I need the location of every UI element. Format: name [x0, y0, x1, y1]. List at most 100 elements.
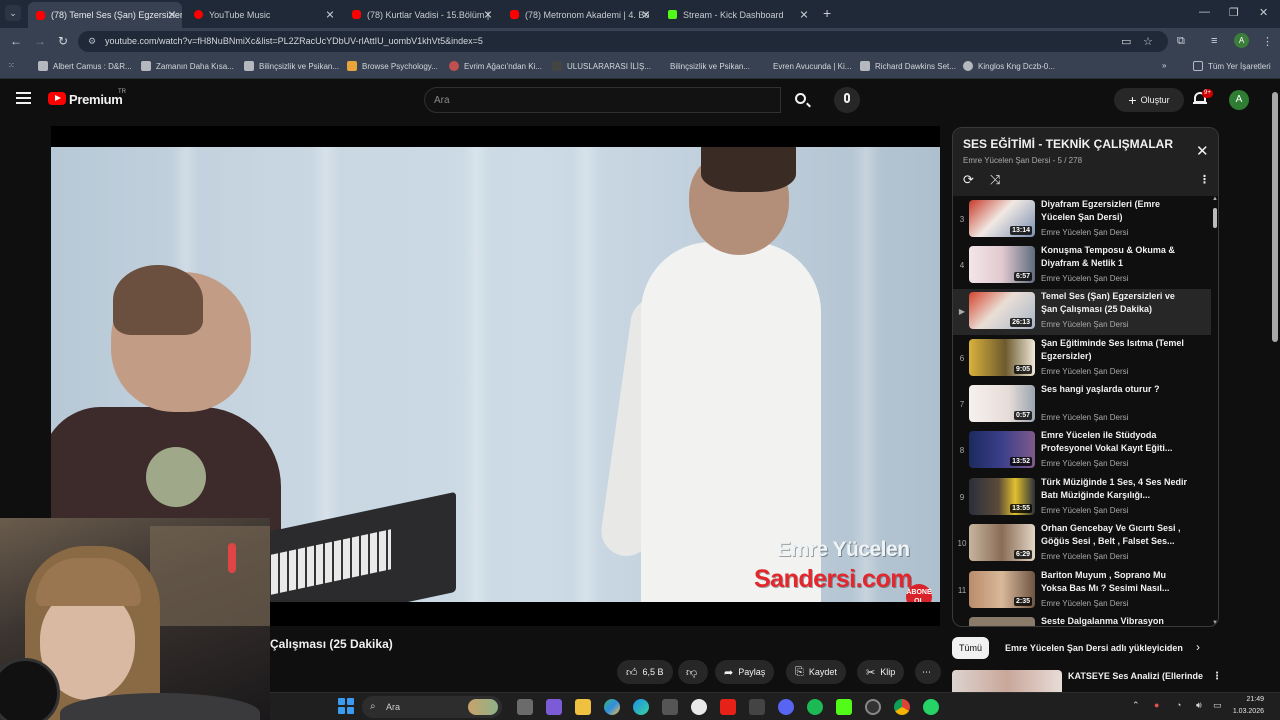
youtube-logo-icon[interactable] [48, 92, 66, 105]
profile-avatar[interactable]: A [1234, 33, 1249, 48]
tab-temel-ses[interactable]: (78) Temel Ses (Şan) Egzersizleri ✕ [28, 2, 182, 28]
tab-kurtlar-vadisi[interactable]: (78) Kurtlar Vadisi - 15.Bölüm | ✕ [344, 4, 498, 25]
kick-app-icon[interactable] [836, 699, 852, 715]
playlist-item[interactable]: 6 9:05 Şan Eğitiminde Ses Isıtma (Temel … [953, 336, 1211, 382]
taskbar-search[interactable]: ⌕ Ara [362, 696, 502, 718]
windows-start-icon[interactable] [338, 698, 354, 714]
wifi-icon[interactable]: ◔ [1176, 700, 1181, 710]
close-tab-icon[interactable]: ✕ [166, 9, 178, 22]
page-scrollbar[interactable] [1270, 80, 1280, 692]
scroll-down-arrow-icon[interactable]: ▼ [1212, 620, 1218, 626]
browser-menu-icon[interactable]: ⋮ [1262, 35, 1273, 48]
address-bar[interactable]: ⚙ youtube.com/watch?v=fH8NuBNmiXc&list=P… [78, 31, 1168, 52]
site-info-icon[interactable]: ⚙ [88, 31, 96, 52]
scroll-up-arrow-icon[interactable]: ▲ [1212, 196, 1218, 202]
close-tab-icon[interactable]: ✕ [640, 8, 652, 21]
bookmark-item[interactable]: Richard Dawkins Set... [860, 61, 956, 71]
bookmark-item[interactable]: Bilinçsizlik ve Psikan... [655, 61, 750, 71]
chatgpt-icon[interactable] [691, 699, 707, 715]
playlist-item[interactable]: 8 13:52 Emre Yücelen ile Stüdyoda Profes… [953, 428, 1211, 474]
chip-all[interactable]: Tümü [952, 637, 990, 659]
chevron-right-icon[interactable]: › [1196, 640, 1200, 654]
more-bookmarks-chevron-icon[interactable]: » [1162, 61, 1166, 70]
minimize-icon[interactable]: — [1199, 6, 1210, 18]
all-bookmarks-folder[interactable]: Tüm Yer İşaretleri [1193, 61, 1271, 71]
save-button[interactable]: ⎘ Kaydet [786, 660, 846, 684]
playlist-item[interactable]: 4 6:57 Konuşma Temposu & Okuma & Diyafra… [953, 243, 1211, 289]
playlist-item[interactable]: 7 0:57 Ses hangi yaşlarda oturur ? Emre … [953, 382, 1211, 428]
create-button[interactable]: + Oluştur [1114, 88, 1184, 112]
system-clock[interactable]: 21:49 1.03.2026 [1228, 694, 1264, 718]
bookmark-item[interactable]: Evrim Ağacı'ndan Ki... [449, 61, 542, 71]
bookmark-item[interactable]: Kinglos Kng Dczb-0... [963, 61, 1055, 71]
bookmark-item[interactable]: Albert Camus : D&R... [38, 61, 132, 71]
more-actions-button[interactable]: ⋯ [915, 660, 941, 684]
apps-grid-icon[interactable]: ⁙ [8, 61, 15, 70]
bookmark-item[interactable]: ULUSLARARASI İLİŞ... [552, 61, 651, 71]
playlist-item[interactable]: 11 2:35 Bariton Muyum , Soprano Mu Yoksa… [953, 568, 1211, 614]
account-avatar[interactable]: A [1229, 90, 1249, 110]
volume-icon[interactable]: 🔊︎ [1196, 700, 1202, 711]
menu-hamburger-icon[interactable] [16, 92, 31, 104]
bookmark-star-icon[interactable]: ☆ [1143, 35, 1153, 48]
playlist-title[interactable]: SES EĞİTİMİ - TEKNİK ÇALIŞMALAR [963, 137, 1195, 151]
playlist-item[interactable]: 9 13:55 Türk Müziğinde 1 Ses, 4 Ses Nedi… [953, 475, 1211, 521]
photos-icon[interactable] [604, 699, 620, 715]
more-options-icon[interactable]: ⋮ [1212, 671, 1222, 682]
back-arrow-icon[interactable]: ← [10, 34, 22, 48]
like-button[interactable]: 👍︎ 6,5 B [617, 660, 673, 684]
close-tab-icon[interactable]: ✕ [324, 8, 336, 21]
cast-icon[interactable]: ▭ [1121, 35, 1131, 48]
playlist-item-current[interactable]: ▶ 26:13 Temel Ses (Şan) Egzersizleri ve … [953, 289, 1211, 335]
whatsapp-icon[interactable] [923, 699, 939, 715]
scrollbar-thumb[interactable] [1213, 208, 1217, 228]
bookmark-item[interactable]: Bilinçsizlik ve Psikan... [244, 61, 339, 71]
playlist-scrollbar[interactable]: ▲ ▼ [1211, 196, 1218, 626]
search-button[interactable] [781, 87, 825, 113]
close-tab-icon[interactable]: ✕ [798, 8, 810, 21]
tray-app-icon[interactable]: ● [1154, 700, 1159, 710]
close-tab-icon[interactable]: ✕ [482, 8, 494, 21]
obs-studio-icon[interactable] [865, 699, 881, 715]
store-icon[interactable] [662, 699, 678, 715]
new-tab-plus-icon[interactable]: + [823, 5, 831, 21]
youtube-premium-brand[interactable]: Premium [69, 92, 123, 107]
tab-search-chevron-icon[interactable]: ⌄ [5, 5, 21, 21]
playlist-item[interactable]: 12 Seste Dalgalanma Vibrasyon [953, 614, 1211, 626]
extensions-puzzle-icon[interactable]: ⧉ [1177, 35, 1185, 48]
close-playlist-icon[interactable]: ✕ [1196, 142, 1209, 160]
playlist-item[interactable]: 3 13:14 Diyafram Egzersizleri (Emre Yüce… [953, 197, 1211, 243]
bookmark-item[interactable]: Browse Psychology... [347, 61, 438, 71]
chip-uploader[interactable]: Emre Yücelen Şan Dersi adlı yükleyiciden [998, 637, 1190, 659]
file-explorer-icon[interactable] [575, 699, 591, 715]
reload-icon[interactable]: ↻ [58, 34, 68, 48]
restore-window-icon[interactable]: ❐ [1229, 6, 1239, 19]
youtube-app-icon[interactable] [720, 699, 736, 715]
teams-icon[interactable] [546, 699, 562, 715]
share-button[interactable]: ➦ Paylaş [715, 660, 775, 684]
media-control-icon[interactable]: ≡ [1211, 35, 1217, 47]
task-view-icon[interactable] [517, 699, 533, 715]
forward-arrow-icon[interactable]: → [34, 34, 46, 48]
bookmark-item[interactable]: Evren Avucunda | Ki... [758, 61, 851, 71]
tab-metronom-akademi[interactable]: (78) Metronom Akademi | 4. Bö ✕ [502, 4, 656, 25]
capcut-icon[interactable] [749, 699, 765, 715]
show-hidden-icons-chevron-icon[interactable]: ⌃ [1132, 700, 1140, 711]
playlist-item[interactable]: 10 6:29 Orhan Gencebay Ve Gıcırtı Sesi ,… [953, 521, 1211, 567]
scrollbar-thumb[interactable] [1272, 92, 1278, 342]
clip-button[interactable]: ✂ Klip [857, 660, 905, 684]
chrome-icon[interactable] [894, 699, 910, 715]
search-input[interactable] [425, 88, 755, 112]
discord-icon[interactable] [778, 699, 794, 715]
close-window-icon[interactable]: ✕ [1259, 6, 1268, 19]
tab-kick-dashboard[interactable]: Stream - Kick Dashboard ✕ [660, 4, 814, 25]
voice-search-button[interactable] [834, 87, 860, 113]
playlist-more-icon[interactable]: ⋮ [1199, 173, 1210, 186]
battery-icon[interactable]: ▭ [1213, 700, 1222, 711]
tab-youtube-music[interactable]: YouTube Music ✕ [186, 4, 340, 25]
loop-icon[interactable]: ⟳ [963, 172, 974, 188]
edge-browser-icon[interactable] [633, 699, 649, 715]
spotify-icon[interactable] [807, 699, 823, 715]
shuffle-icon[interactable]: ⤨ [990, 172, 1000, 188]
bookmark-item[interactable]: Zamanın Daha Kısa... [141, 61, 234, 71]
